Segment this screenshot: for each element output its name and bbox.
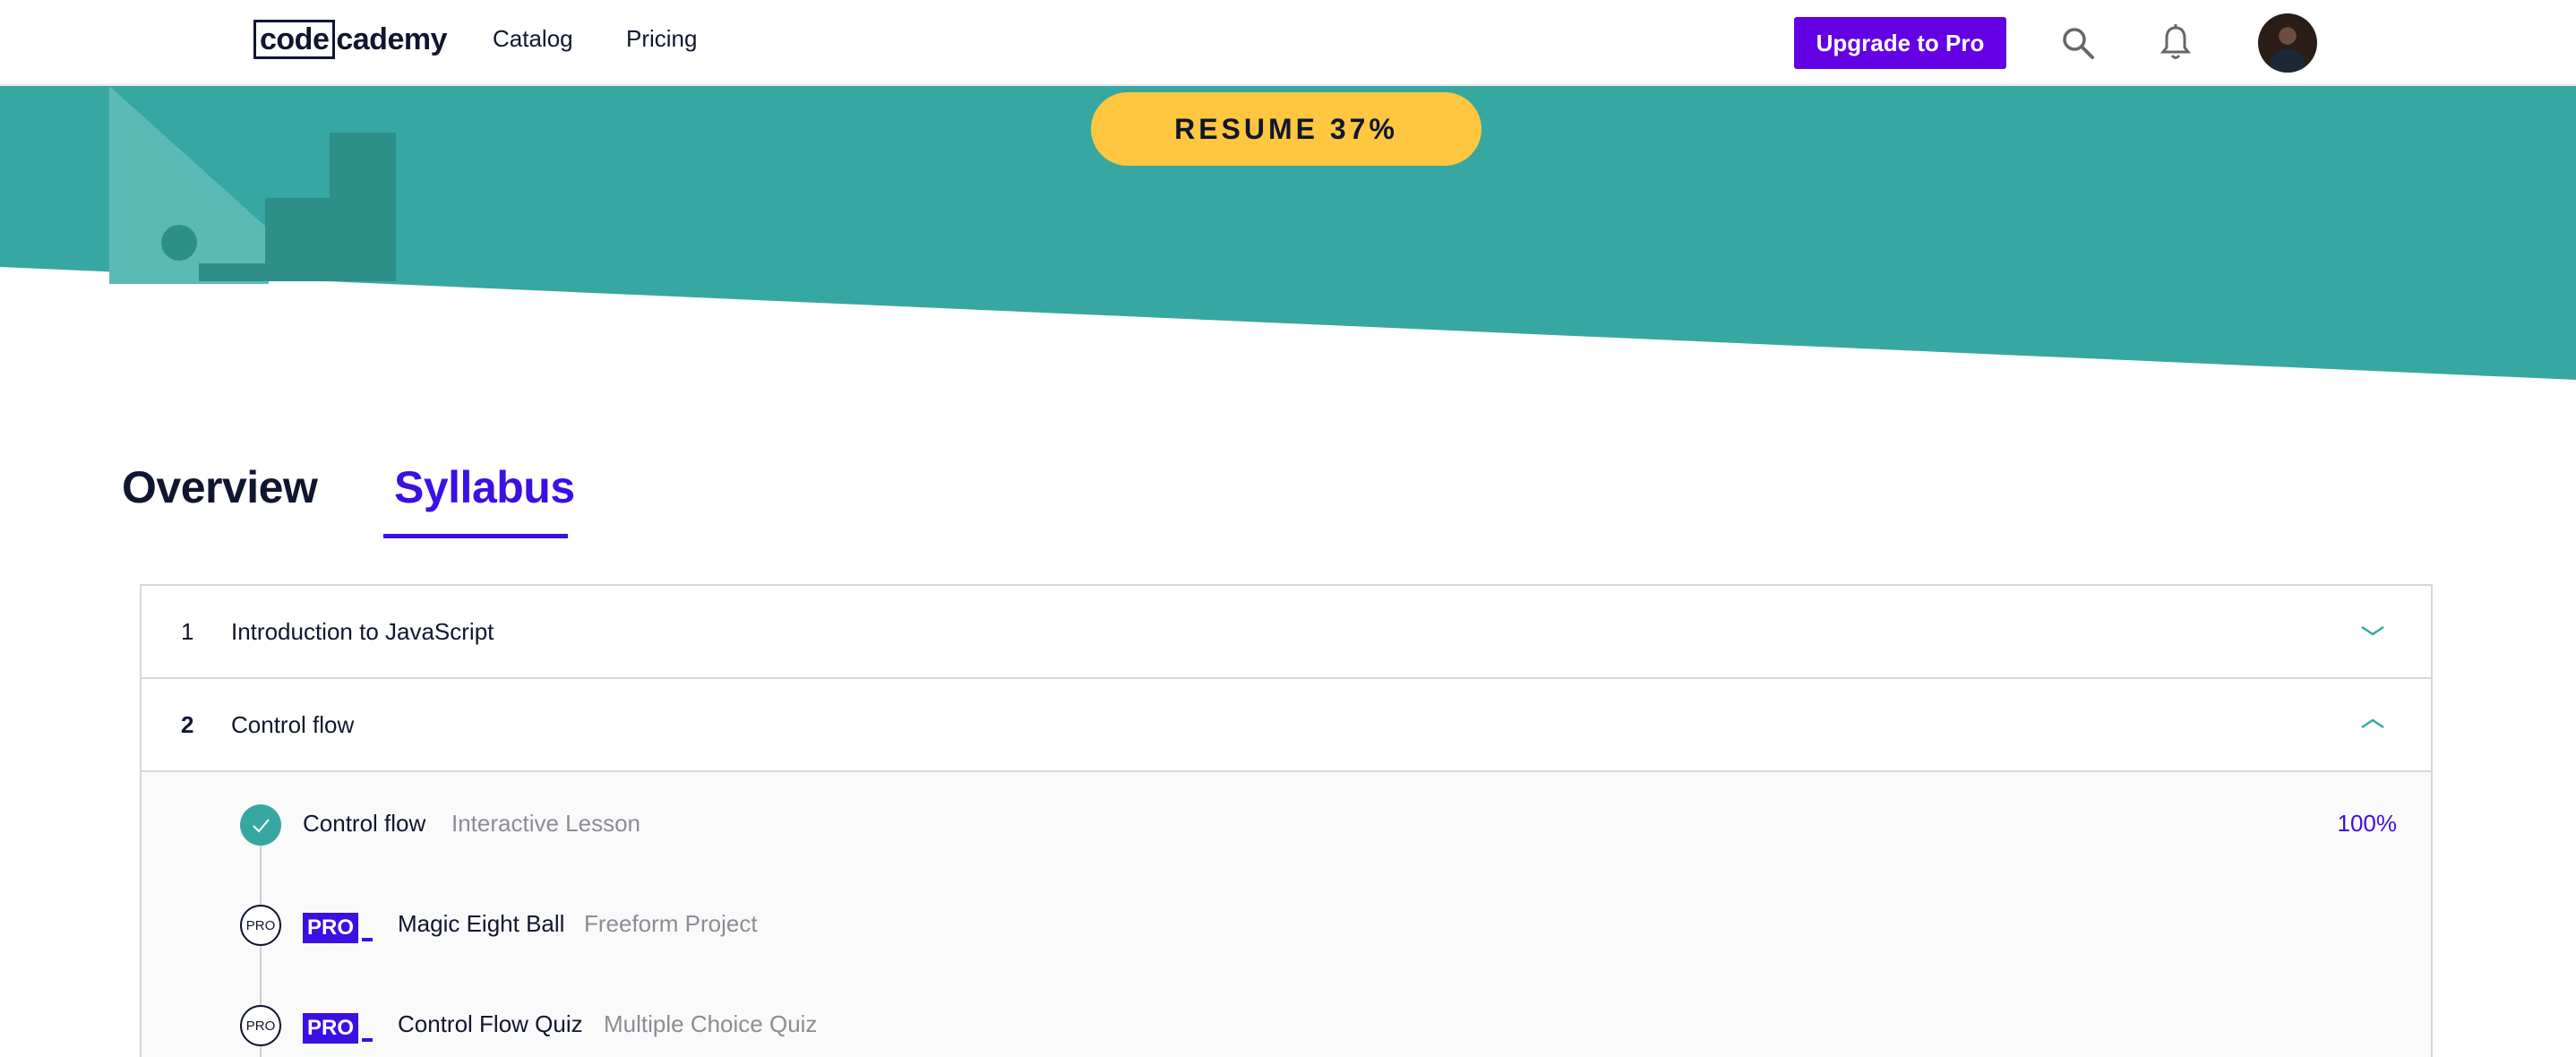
lesson-type: Freeform Project (584, 910, 758, 937)
pro-lock-icon: PRO (240, 905, 281, 946)
hero-banner: RESUME 37% (0, 86, 2576, 382)
upgrade-to-pro-button[interactable]: Upgrade to Pro (1794, 17, 2006, 69)
lesson-type: Interactive Lesson (451, 810, 641, 837)
pro-badge: PRO (303, 913, 358, 943)
logo-text: cademy (336, 21, 447, 56)
page: RESUME 37% code cademy Catalog Pricing U… (0, 0, 2576, 1057)
chevron-up-icon[interactable] (2359, 715, 2386, 733)
resume-button[interactable]: RESUME 37% (1091, 92, 1481, 166)
bell-icon[interactable] (2159, 23, 2193, 61)
codecademy-logo[interactable]: code cademy (253, 19, 447, 60)
module-row[interactable]: 1 Introduction to JavaScript (142, 586, 2431, 679)
pro-badge: PRO (303, 1013, 358, 1044)
tab-overview[interactable]: Overview (122, 461, 318, 513)
search-icon[interactable] (2060, 25, 2096, 61)
nav-pricing-link[interactable]: Pricing (626, 25, 697, 53)
nav-catalog-link[interactable]: Catalog (493, 25, 573, 53)
lesson-item[interactable]: PRO PRO Control Flow Quiz Multiple Choic… (142, 998, 2431, 1052)
lesson-list: Control flow Interactive Lesson 100% PRO… (142, 772, 2431, 1057)
top-navigation: code cademy Catalog Pricing Upgrade to P… (0, 0, 2576, 86)
module-number: 1 (181, 618, 194, 645)
module-title: Control flow (231, 711, 355, 738)
pro-badge-cursor (362, 938, 373, 941)
user-avatar[interactable] (2258, 13, 2317, 73)
lesson-type: Multiple Choice Quiz (604, 1010, 818, 1037)
lesson-name: Magic Eight Ball (398, 910, 565, 937)
lesson-item[interactable]: Control flow Interactive Lesson 100% (142, 797, 2431, 851)
module-number: 2 (181, 711, 194, 738)
module-row[interactable]: 2 Control flow (142, 679, 2431, 772)
lesson-progress: 100% (2337, 810, 2398, 837)
tab-syllabus[interactable]: Syllabus (394, 461, 575, 513)
lesson-name: Control Flow Quiz (398, 1010, 583, 1037)
pro-lock-icon: PRO (240, 1005, 281, 1046)
chevron-down-icon[interactable] (2359, 622, 2386, 640)
module-title: Introduction to JavaScript (231, 618, 494, 645)
check-icon (240, 804, 281, 846)
logo-boxed-text: code (253, 20, 336, 59)
active-tab-indicator (383, 534, 568, 538)
lesson-item[interactable]: PRO PRO Magic Eight Ball Freeform Projec… (142, 898, 2431, 951)
lesson-name: Control flow (303, 810, 426, 837)
syllabus-panel: 1 Introduction to JavaScript 2 Control f… (140, 584, 2433, 1057)
pro-badge-cursor (362, 1038, 373, 1042)
